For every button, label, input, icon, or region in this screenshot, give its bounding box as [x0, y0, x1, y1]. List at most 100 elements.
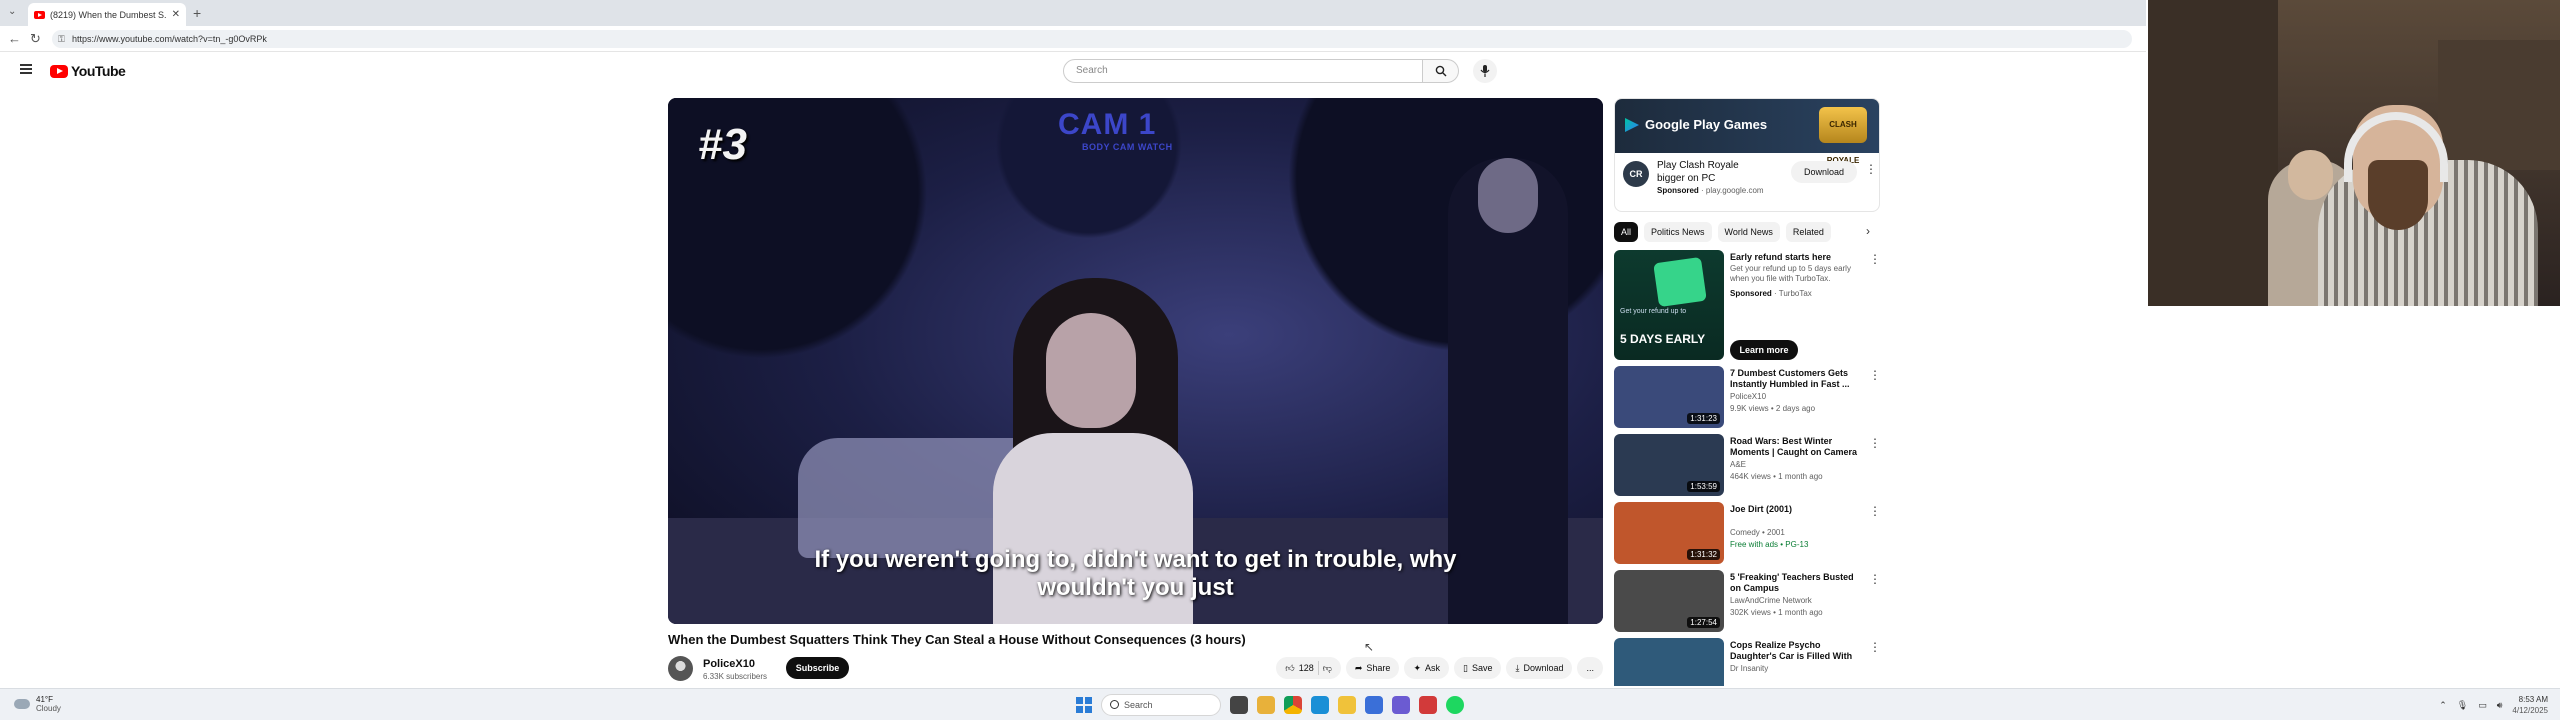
more-vert-icon[interactable]: ⋮: [1869, 252, 1881, 266]
network-icon[interactable]: ▭: [2478, 700, 2487, 711]
channel-row: PoliceX10 6.33K subscribers Subscribe 👍︎…: [668, 654, 1603, 684]
ad-sponsored-label: Sponsored: [1657, 186, 1699, 195]
promo-description: Get your refund up to 5 days early when …: [1730, 264, 1851, 283]
chip-related[interactable]: Related: [1785, 222, 1831, 242]
video-player[interactable]: #3 CAM 1 BODY CAM WATCH If you weren't g…: [668, 98, 1603, 624]
task-view-icon[interactable]: [1230, 696, 1248, 714]
channel-avatar[interactable]: [668, 656, 693, 681]
mouse-cursor-icon: ↖: [1364, 640, 1375, 654]
list-item[interactable]: 1:53:59 Road Wars: Best Winter Moments |…: [1614, 434, 1881, 498]
list-item[interactable]: 1:31:23 7 Dumbest Customers Gets Instant…: [1614, 366, 1881, 430]
youtube-logo[interactable]: YouTube: [50, 63, 126, 79]
chevron-up-icon[interactable]: ⌃: [2439, 700, 2447, 711]
more-vert-icon[interactable]: ⋮: [1869, 572, 1881, 586]
edge-icon[interactable]: [1311, 696, 1329, 714]
recommendation-channel: PoliceX10: [1730, 392, 1767, 401]
address-bar: ← ↻ ⚿ https://www.youtube.com/watch?v=tn…: [0, 26, 2146, 52]
video-thumbnail[interactable]: 1:53:59: [1614, 434, 1724, 496]
app-icon[interactable]: [1392, 696, 1410, 714]
recommendation-meta: 302K views • 1 month ago: [1730, 608, 1823, 617]
share-button[interactable]: ➦ Share: [1345, 657, 1400, 679]
dislike-icon[interactable]: 👎︎: [1323, 663, 1332, 674]
video-thumbnail[interactable]: 1:31:23: [1614, 366, 1724, 428]
youtube-header: YouTube Search: [0, 52, 2146, 92]
channel-name[interactable]: PoliceX10: [703, 658, 755, 670]
refresh-icon[interactable]: ↻: [30, 31, 41, 47]
url-input[interactable]: ⚿ https://www.youtube.com/watch?v=tn_-g0…: [52, 30, 2132, 48]
list-item[interactable]: 1:31:32 Joe Dirt (2001) Comedy • 2001 Fr…: [1614, 502, 1881, 566]
taskbar-search[interactable]: Search: [1101, 694, 1221, 716]
list-item[interactable]: 1:27:54 5 'Freaking' Teachers Busted on …: [1614, 570, 1881, 634]
recommendation-title[interactable]: 7 Dumbest Customers Gets Instantly Humbl…: [1730, 368, 1865, 390]
chrome-icon[interactable]: [1284, 696, 1302, 714]
weather-widget[interactable]: 41°F Cloudy: [14, 695, 61, 713]
like-icon[interactable]: 👍︎: [1285, 663, 1294, 674]
more-actions-button[interactable]: ...: [1577, 657, 1603, 679]
more-vert-icon[interactable]: ⋮: [1865, 162, 1877, 176]
recommendation-channel: LawAndCrime Network: [1730, 596, 1812, 605]
share-icon: ➦: [1354, 662, 1363, 673]
ad-download-button[interactable]: Download: [1791, 161, 1857, 183]
promo-thumb-caption: Get your refund up to: [1620, 308, 1687, 315]
taskbar-apps: Search: [1076, 694, 1464, 716]
subscribe-button[interactable]: Subscribe: [786, 657, 849, 679]
video-thumbnail[interactable]: 1:27:54: [1614, 570, 1724, 632]
search-button[interactable]: [1423, 59, 1459, 83]
recommendation-channel: A&E: [1730, 460, 1747, 469]
recommendation-title[interactable]: Cops Realize Psycho Daughter's Car is Fi…: [1730, 640, 1865, 662]
promo-thumbnail[interactable]: Get your refund up to 5 DAYS EARLY: [1614, 250, 1724, 360]
folder-icon[interactable]: [1338, 696, 1356, 714]
chevron-right-icon[interactable]: ›: [1866, 224, 1870, 238]
like-count[interactable]: 128: [1299, 663, 1314, 673]
more-vert-icon[interactable]: ⋮: [1869, 504, 1881, 518]
bookmark-icon: ▯: [1463, 662, 1468, 673]
volume-icon[interactable]: 🔊︎: [2497, 700, 2503, 711]
channel-subscriber-count: 6.33K subscribers: [703, 672, 768, 681]
video-thumbnail[interactable]: [1614, 638, 1724, 686]
promo-title[interactable]: Early refund starts here: [1730, 252, 1860, 262]
save-button[interactable]: ▯ Save: [1454, 657, 1502, 679]
video-duration: 1:31:32: [1687, 549, 1720, 560]
webcam-shelf: [2148, 0, 2278, 306]
youtube-play-icon: [50, 64, 68, 78]
search-input[interactable]: Search: [1063, 59, 1423, 83]
spotify-icon[interactable]: [1446, 696, 1464, 714]
file-explorer-icon[interactable]: [1257, 696, 1275, 714]
webcam-overlay: [2148, 0, 2560, 306]
cloud-icon: [14, 699, 30, 709]
chip-all[interactable]: All: [1614, 222, 1639, 242]
tab-menu-icon[interactable]: ⌄: [8, 6, 16, 17]
taskbar-clock[interactable]: 8:53 AM 4/12/2025: [2512, 694, 2548, 716]
weather-condition: Cloudy: [36, 704, 61, 713]
menu-icon[interactable]: [20, 64, 32, 74]
promo-ad[interactable]: Get your refund up to 5 DAYS EARLY Early…: [1614, 250, 1881, 362]
recommendation-title[interactable]: 5 'Freaking' Teachers Busted on Campus: [1730, 572, 1865, 594]
new-tab-button[interactable]: +: [193, 5, 201, 21]
voice-search-button[interactable]: [1473, 59, 1497, 83]
more-vert-icon[interactable]: ⋮: [1869, 368, 1881, 382]
video-thumbnail[interactable]: 1:31:32: [1614, 502, 1724, 564]
list-item[interactable]: Cops Realize Psycho Daughter's Car is Fi…: [1614, 638, 1880, 686]
ad-title[interactable]: Play Clash Royale bigger on PC: [1657, 159, 1757, 185]
more-vert-icon[interactable]: ⋮: [1869, 436, 1881, 450]
more-vert-icon[interactable]: ⋮: [1869, 640, 1880, 654]
chip-politics-news[interactable]: Politics News: [1644, 222, 1712, 242]
search-icon: [1435, 65, 1446, 77]
mic-tray-icon[interactable]: 🎙︎: [2457, 700, 2468, 711]
ask-button[interactable]: ✦ Ask: [1404, 657, 1449, 679]
chip-world-news[interactable]: World News: [1717, 222, 1780, 242]
calendar-graphic: [1653, 256, 1707, 308]
app-icon-red[interactable]: [1419, 696, 1437, 714]
recommendation-title[interactable]: Joe Dirt (2001): [1730, 504, 1865, 515]
advertiser-avatar: CR: [1623, 161, 1649, 187]
close-tab-icon[interactable]: ✕: [172, 9, 180, 20]
back-icon[interactable]: ←: [8, 31, 21, 46]
learn-more-button[interactable]: Learn more: [1730, 340, 1798, 360]
recommendation-title[interactable]: Road Wars: Best Winter Moments | Caught …: [1730, 436, 1865, 458]
browser-tab[interactable]: (8219) When the Dumbest S... ✕: [28, 3, 186, 26]
recommendation-meta: Free with ads • PG-13: [1730, 540, 1809, 549]
sponsored-ad-card[interactable]: Google Play Games CLASH ROYALE CR Play C…: [1614, 98, 1880, 212]
download-button[interactable]: ⤓ Download: [1506, 657, 1573, 679]
windows-start-icon[interactable]: [1076, 697, 1092, 713]
store-icon[interactable]: [1365, 696, 1383, 714]
